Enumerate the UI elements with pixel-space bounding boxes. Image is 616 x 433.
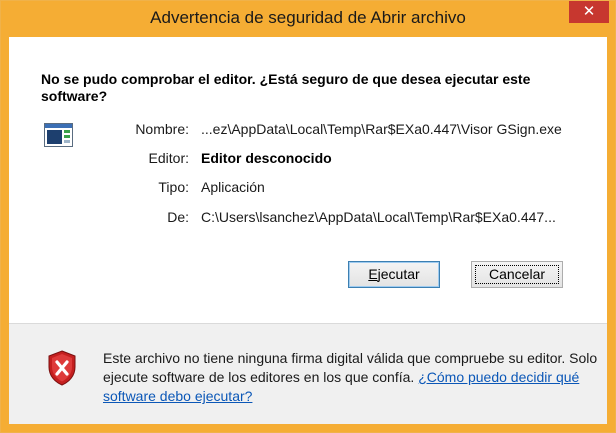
run-button[interactable]: Ejecutar <box>348 261 440 288</box>
warning-section: Este archivo no tiene ninguna firma digi… <box>9 324 607 424</box>
field-label: Tipo: <box>158 179 189 195</box>
run-button-label: jecutar <box>377 266 420 282</box>
window-bottom-border <box>1 424 615 432</box>
security-warning-dialog: Advertencia de seguridad de Abrir archiv… <box>0 0 616 433</box>
field-value-tipo: Aplicación <box>201 179 265 195</box>
cancel-button[interactable]: Cancelar <box>471 261 563 288</box>
window-title: Advertencia de seguridad de Abrir archiv… <box>150 8 466 27</box>
file-info-section: No se pudo comprobar el editor. ¿Está se… <box>9 37 607 323</box>
field-row-de: De: C:\Users\lsanchez\AppData\Local\Temp… <box>9 209 607 227</box>
dialog-heading: No se pudo comprobar el editor. ¿Está se… <box>41 71 531 104</box>
field-label: Nombre: <box>135 121 189 137</box>
field-value-de: C:\Users\lsanchez\AppData\Local\Temp\Rar… <box>201 209 556 225</box>
field-row-editor: Editor: Editor desconocido <box>9 150 607 168</box>
run-button-mnemonic: E <box>368 266 378 282</box>
field-row-nombre: Nombre: ...ez\AppData\Local\Temp\Rar$EXa… <box>9 121 607 139</box>
focus-rectangle <box>475 265 559 284</box>
close-button[interactable]: ✕ <box>569 1 609 23</box>
field-value-editor: Editor desconocido <box>201 150 332 166</box>
shield-error-icon <box>48 350 76 386</box>
warning-message: Este archivo no tiene ninguna firma digi… <box>103 349 603 406</box>
field-label: Editor: <box>148 150 189 166</box>
field-value-nombre: ...ez\AppData\Local\Temp\Rar$EXa0.447\Vi… <box>201 121 562 137</box>
field-label: De: <box>167 209 189 225</box>
dialog-body: No se pudo comprobar el editor. ¿Está se… <box>9 37 607 424</box>
title-bar[interactable]: Advertencia de seguridad de Abrir archiv… <box>1 1 615 37</box>
field-row-tipo: Tipo: Aplicación <box>9 179 607 197</box>
